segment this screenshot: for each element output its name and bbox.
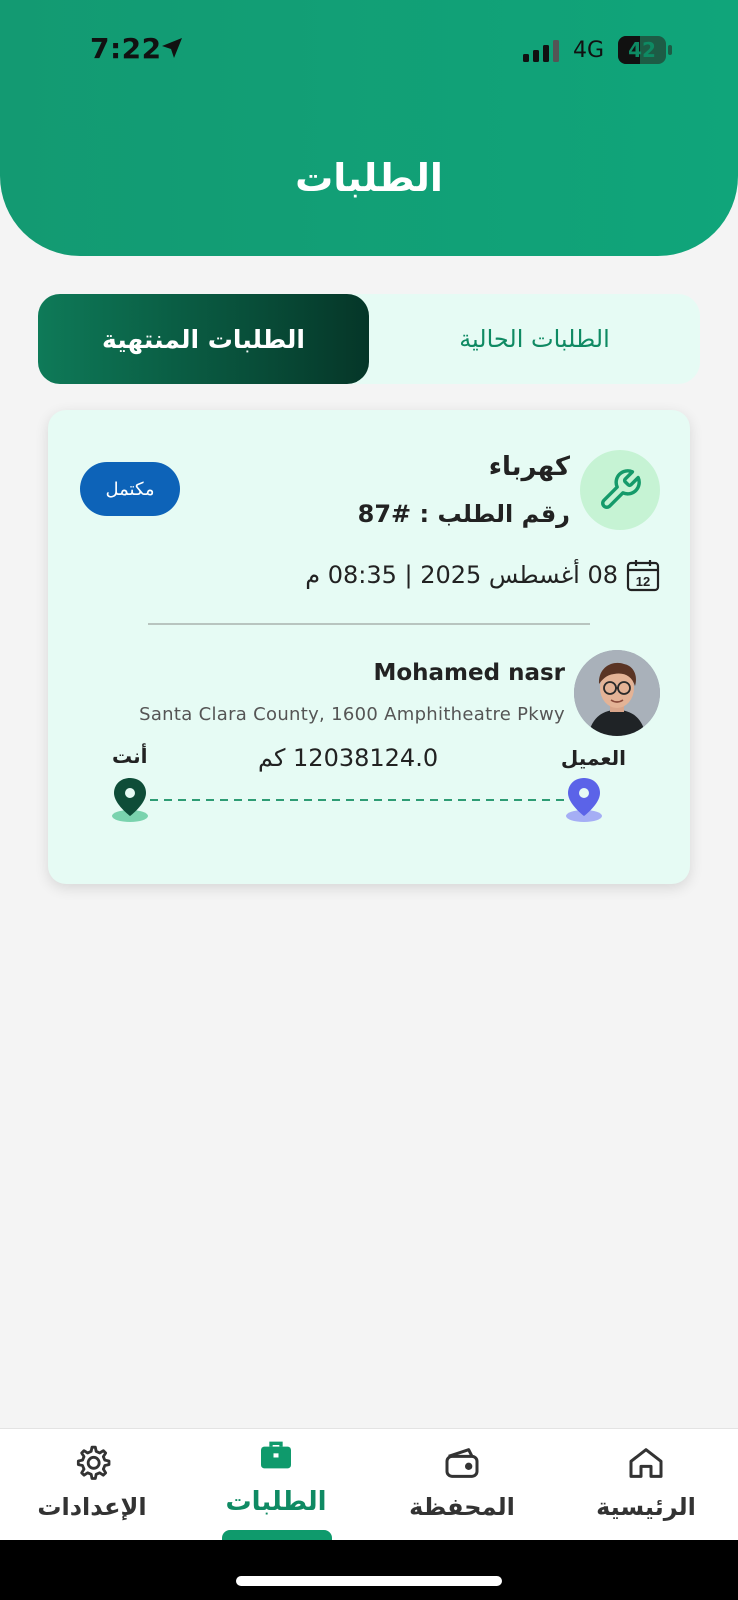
avatar xyxy=(574,650,660,736)
order-date: 08 أغسطس 2025 | 08:35 م xyxy=(305,561,618,589)
battery-icon: 42 xyxy=(618,36,672,64)
order-card[interactable]: كهرباء رقم الطلب : #87 مكتمل 08 أغسطس 20… xyxy=(48,410,690,884)
gear-icon xyxy=(76,1445,111,1480)
calendar-icon: 12 xyxy=(626,560,660,592)
svg-text:12: 12 xyxy=(636,574,650,589)
nav-item-home[interactable]: الرئيسية xyxy=(566,1429,726,1541)
tab-current-orders[interactable]: الطلبات الحالية xyxy=(369,294,700,384)
client-name: Mohamed nasr xyxy=(373,660,565,686)
wallet-icon xyxy=(445,1448,479,1478)
nav-label-orders: الطلبات xyxy=(225,1487,327,1517)
tab-finished-orders[interactable]: الطلبات المنتهية xyxy=(38,294,369,384)
service-name: كهرباء xyxy=(488,452,570,482)
signal-icon xyxy=(523,40,559,62)
system-bottom-bar xyxy=(0,1540,738,1600)
route-line xyxy=(112,778,602,822)
bottom-nav: الرئيسية المحفظة الطلبات الإعدادات xyxy=(0,1428,738,1540)
order-number: رقم الطلب : #87 xyxy=(357,500,570,528)
home-icon xyxy=(629,1448,663,1478)
you-location-pin-icon xyxy=(114,778,146,816)
route-client-label: العميل xyxy=(560,746,626,770)
wrench-icon xyxy=(601,469,641,509)
order-date-row: 08 أغسطس 2025 | 08:35 م 12 xyxy=(305,558,660,592)
route-you-label: أنت xyxy=(112,744,148,768)
route-distance: 12038124.0 كم xyxy=(258,744,439,772)
nav-item-orders[interactable]: الطلبات xyxy=(196,1429,356,1541)
nav-label-home: الرئيسية xyxy=(596,1493,696,1521)
network-type: 4G xyxy=(573,38,605,63)
client-location-pin-icon xyxy=(568,778,600,816)
nav-item-settings[interactable]: الإعدادات xyxy=(12,1429,172,1541)
nav-label-settings: الإعدادات xyxy=(37,1493,147,1521)
page-title: الطلبات xyxy=(295,156,443,200)
status-time: 7:22 xyxy=(90,32,162,65)
orders-tabs: الطلبات الحالية الطلبات المنتهية xyxy=(38,294,700,384)
battery-level: 42 xyxy=(628,38,656,62)
home-indicator[interactable] xyxy=(236,1576,502,1586)
nav-item-wallet[interactable]: المحفظة xyxy=(382,1429,542,1541)
service-icon-circle xyxy=(580,450,660,530)
status-badge: مكتمل xyxy=(80,462,180,516)
briefcase-icon xyxy=(261,1441,291,1469)
location-arrow-icon xyxy=(162,38,182,58)
client-address: Santa Clara County, 1600 Amphitheatre Pk… xyxy=(139,704,565,725)
card-divider xyxy=(148,623,590,625)
nav-label-wallet: المحفظة xyxy=(409,1493,515,1521)
